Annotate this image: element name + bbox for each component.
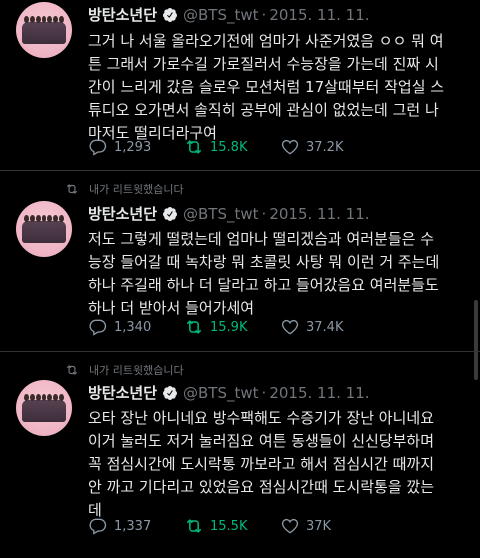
retweet-icon [186, 140, 202, 154]
reply-button[interactable]: 1,293 [88, 137, 188, 157]
display-name[interactable]: 방탄소년단 [88, 382, 157, 403]
avatar[interactable] [16, 201, 72, 257]
display-name[interactable]: 방탄소년단 [88, 4, 157, 25]
reply-count: 1,340 [114, 319, 152, 335]
retweeted-label: 내가 리트윗했습니다 [89, 183, 184, 196]
timestamp[interactable]: 2015. 11. 11. [269, 384, 369, 402]
like-button[interactable]: 37.2K [280, 137, 380, 157]
like-count: 37K [306, 518, 332, 534]
retweeted-icon [66, 365, 78, 375]
retweeted-label: 내가 리트윗했습니다 [89, 364, 184, 377]
reply-icon [89, 319, 107, 336]
heart-icon [281, 139, 299, 155]
reply-button[interactable]: 1,337 [88, 516, 188, 536]
verified-badge-icon [163, 7, 178, 22]
like-button[interactable]: 37K [280, 516, 380, 536]
tweet-1[interactable]: 방탄소년단 @BTS_twt · 2015. 11. 11. 그거 나 서울 올… [0, 0, 480, 168]
retweet-button[interactable]: 15.5K [184, 516, 284, 536]
handle[interactable]: @BTS_twt [183, 6, 259, 24]
retweet-count: 15.9K [210, 319, 248, 335]
avatar[interactable] [16, 380, 72, 436]
display-name[interactable]: 방탄소년단 [88, 203, 157, 224]
tweet-text: 오타 장난 아니네요 방수팩해도 수증기가 장난 아니네요 이거 눌러도 저거 … [88, 409, 435, 519]
retweet-button[interactable]: 15.8K [184, 137, 284, 157]
like-count: 37.2K [306, 139, 344, 155]
verified-badge-icon [163, 206, 178, 221]
retweet-button[interactable]: 15.9K [184, 317, 284, 337]
retweeted-indicator: 내가 리트윗했습니다 [65, 362, 184, 378]
timestamp[interactable]: 2015. 11. 11. [269, 205, 369, 223]
tweet-text: 그거 나 서울 올라오기전에 엄마가 사준거였음 ㅇㅇ 뭐 여 튼 그래서 가로… [88, 32, 445, 142]
avatar[interactable] [16, 2, 72, 58]
retweet-count: 15.8K [210, 139, 248, 155]
reply-icon [89, 139, 107, 156]
timestamp[interactable]: 2015. 11. 11. [269, 6, 369, 24]
heart-icon [281, 518, 299, 534]
tweet-3[interactable]: 내가 리트윗했습니다 방탄소년단 @BTS_twt · 2015. 11. 11… [0, 352, 480, 558]
retweeted-indicator: 내가 리트윗했습니다 [65, 181, 184, 197]
heart-icon [281, 319, 299, 335]
retweet-icon [186, 320, 202, 334]
verified-badge-icon [163, 385, 178, 400]
retweet-count: 15.5K [210, 518, 248, 534]
tweet-2[interactable]: 내가 리트윗했습니다 방탄소년단 @BTS_twt · 2015. 11. 11… [0, 171, 480, 349]
reply-icon [89, 518, 107, 535]
handle[interactable]: @BTS_twt [183, 384, 259, 402]
retweet-icon [186, 519, 202, 533]
handle[interactable]: @BTS_twt [183, 205, 259, 223]
like-button[interactable]: 37.4K [280, 317, 380, 337]
reply-count: 1,337 [114, 518, 152, 534]
retweeted-icon [66, 184, 78, 194]
reply-count: 1,293 [114, 139, 152, 155]
like-count: 37.4K [306, 319, 344, 335]
tweet-text: 저도 그렇게 떨렸는데 엄마나 떨리겠슴과 여러분들은 수 능장 들어갈 때 녹… [88, 230, 440, 317]
reply-button[interactable]: 1,340 [88, 317, 188, 337]
